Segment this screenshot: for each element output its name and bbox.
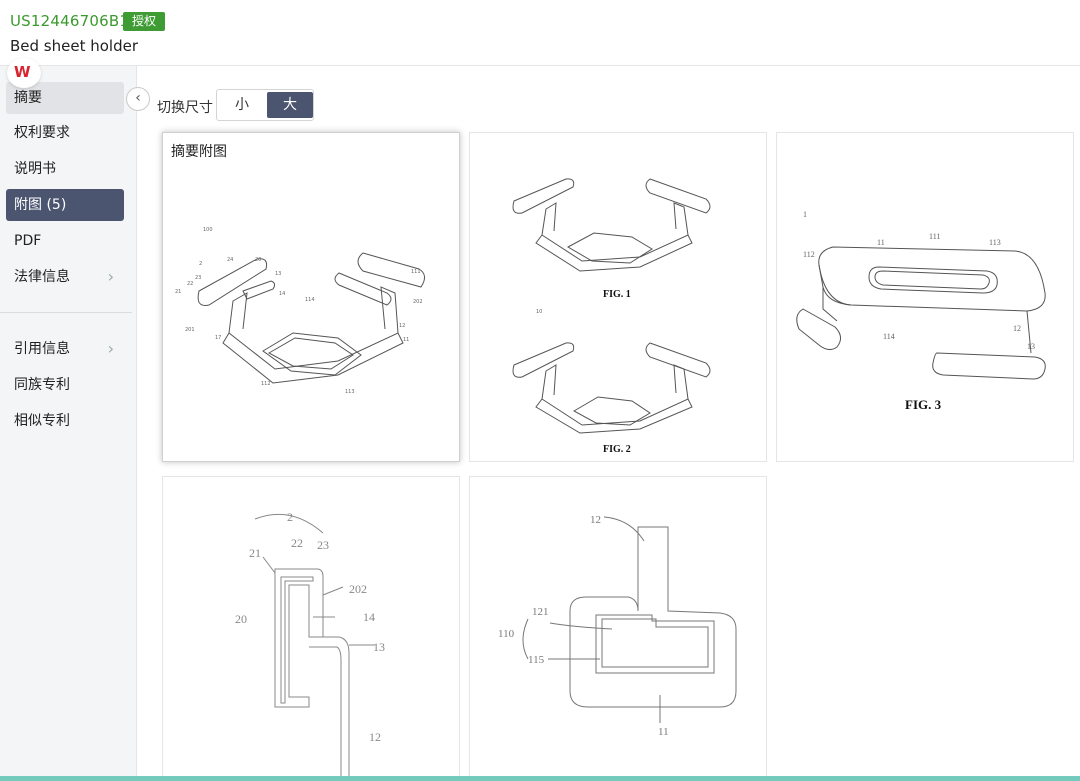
svg-text:FIG. 3: FIG. 3 [905, 397, 942, 412]
svg-text:23: 23 [195, 275, 201, 281]
svg-text:FIG. 1: FIG. 1 [603, 289, 631, 300]
size-toggle-label: 切换尺寸 [157, 100, 213, 116]
sidebar-item-label: 摘要 [14, 90, 42, 106]
sidebar-item-pdf[interactable]: PDF [6, 225, 124, 257]
chevron-right-icon: › [107, 339, 114, 358]
sidebar-item-drawings[interactable]: 附图 (5) [6, 189, 124, 221]
svg-text:12: 12 [399, 323, 405, 329]
patent-header: US12446706B1 授权 Bed sheet holder [0, 0, 1080, 66]
svg-text:FIG. 2: FIG. 2 [603, 444, 631, 455]
svg-text:24: 24 [227, 257, 233, 263]
figure-card-fig5[interactable]: 12 121 110 115 11 [469, 476, 767, 781]
svg-text:22: 22 [187, 281, 193, 287]
svg-text:114: 114 [305, 297, 315, 303]
svg-text:14: 14 [279, 291, 285, 297]
svg-text:2: 2 [287, 510, 293, 524]
wps-logo-icon[interactable]: W [7, 58, 41, 88]
svg-text:20: 20 [235, 612, 247, 626]
figure-card-fig3[interactable]: 1 11 111 112 113 12 13 114 FIG. 3 [776, 132, 1074, 462]
svg-text:13: 13 [1027, 342, 1035, 351]
sidebar-item-citations[interactable]: 引用信息 › [6, 333, 124, 365]
svg-text:113: 113 [345, 389, 355, 395]
sidebar-item-legal-info[interactable]: 法律信息 › [6, 261, 124, 293]
sidebar-item-label: 引用信息 [14, 341, 70, 357]
sidebar-item-description[interactable]: 说明书 [6, 153, 124, 185]
size-large-button[interactable]: 大 [267, 92, 313, 118]
sidebar-divider [0, 312, 132, 313]
svg-text:11: 11 [658, 726, 669, 738]
svg-text:21: 21 [249, 546, 261, 560]
svg-text:20: 20 [255, 257, 261, 263]
svg-text:11: 11 [403, 337, 409, 343]
chevron-left-icon: ‹ [135, 90, 141, 106]
svg-text:112: 112 [803, 250, 815, 259]
svg-text:12: 12 [1013, 324, 1021, 333]
svg-text:115: 115 [528, 654, 545, 666]
sidebar-item-label: 说明书 [14, 161, 56, 177]
svg-text:202: 202 [349, 582, 367, 596]
fig5-drawing: 12 121 110 115 11 [498, 514, 737, 738]
patent-number[interactable]: US12446706B1 [10, 12, 129, 30]
chevron-right-icon: › [107, 267, 114, 286]
svg-text:114: 114 [883, 332, 895, 341]
sidebar: 摘要 权利要求 说明书 附图 (5) PDF 法律信息 › 引用信息 › 同族专… [0, 66, 137, 781]
fig1-fig2-drawing: FIG. 1 10 FIG. 2 [512, 178, 711, 455]
sidebar-item-family[interactable]: 同族专利 [6, 369, 124, 401]
sidebar-item-label: PDF [14, 233, 42, 249]
svg-text:112: 112 [261, 381, 271, 387]
svg-text:111: 111 [411, 269, 421, 275]
sidebar-collapse-button[interactable]: ‹ [126, 87, 150, 111]
sidebar-item-label: 相似专利 [14, 413, 70, 429]
svg-text:202: 202 [413, 299, 423, 305]
svg-text:111: 111 [929, 232, 940, 241]
svg-text:1: 1 [803, 210, 807, 219]
patent-title: Bed sheet holder [10, 37, 139, 55]
fig3-drawing: 1 11 111 112 113 12 13 114 FIG. 3 [796, 210, 1046, 412]
svg-text:22: 22 [291, 536, 303, 550]
size-small-button[interactable]: 小 [219, 92, 265, 118]
svg-text:12: 12 [369, 730, 381, 744]
svg-text:14: 14 [363, 610, 375, 624]
sidebar-item-label: 附图 (5) [14, 197, 67, 213]
sidebar-item-label: 同族专利 [14, 377, 70, 393]
svg-text:201: 201 [185, 327, 195, 333]
size-toggle: 小 大 [216, 89, 314, 121]
sidebar-item-similar[interactable]: 相似专利 [6, 405, 124, 437]
svg-text:12: 12 [590, 514, 601, 526]
svg-text:113: 113 [989, 238, 1001, 247]
svg-text:110: 110 [498, 628, 515, 640]
status-badge: 授权 [123, 12, 166, 31]
svg-text:11: 11 [877, 238, 885, 247]
bottom-accent-bar [0, 776, 1080, 781]
sidebar-item-label: 法律信息 [14, 269, 70, 285]
svg-text:121: 121 [532, 606, 549, 618]
abstract-drawing: 100 24 2 23 22 21 20 201 202 14 114 13 1… [175, 227, 425, 395]
svg-text:23: 23 [317, 538, 329, 552]
svg-text:13: 13 [275, 271, 281, 277]
sidebar-item-claims[interactable]: 权利要求 [6, 117, 124, 149]
figure-card-fig4[interactable]: 2 21 22 23 202 20 14 13 12 [162, 476, 460, 781]
svg-text:100: 100 [203, 227, 213, 233]
svg-text:10: 10 [536, 309, 542, 315]
svg-text:13: 13 [373, 640, 385, 654]
svg-text:17: 17 [215, 335, 221, 341]
fig4-drawing: 2 21 22 23 202 20 14 13 12 [235, 510, 385, 777]
svg-text:21: 21 [175, 289, 181, 295]
sidebar-item-label: 权利要求 [14, 125, 70, 141]
figure-card-abstract[interactable]: 摘要附图 100 24 2 23 22 21 20 201 202 14 114… [162, 132, 460, 462]
figure-card-fig1-fig2[interactable]: FIG. 1 10 FIG. 2 [469, 132, 767, 462]
svg-text:2: 2 [199, 261, 202, 267]
